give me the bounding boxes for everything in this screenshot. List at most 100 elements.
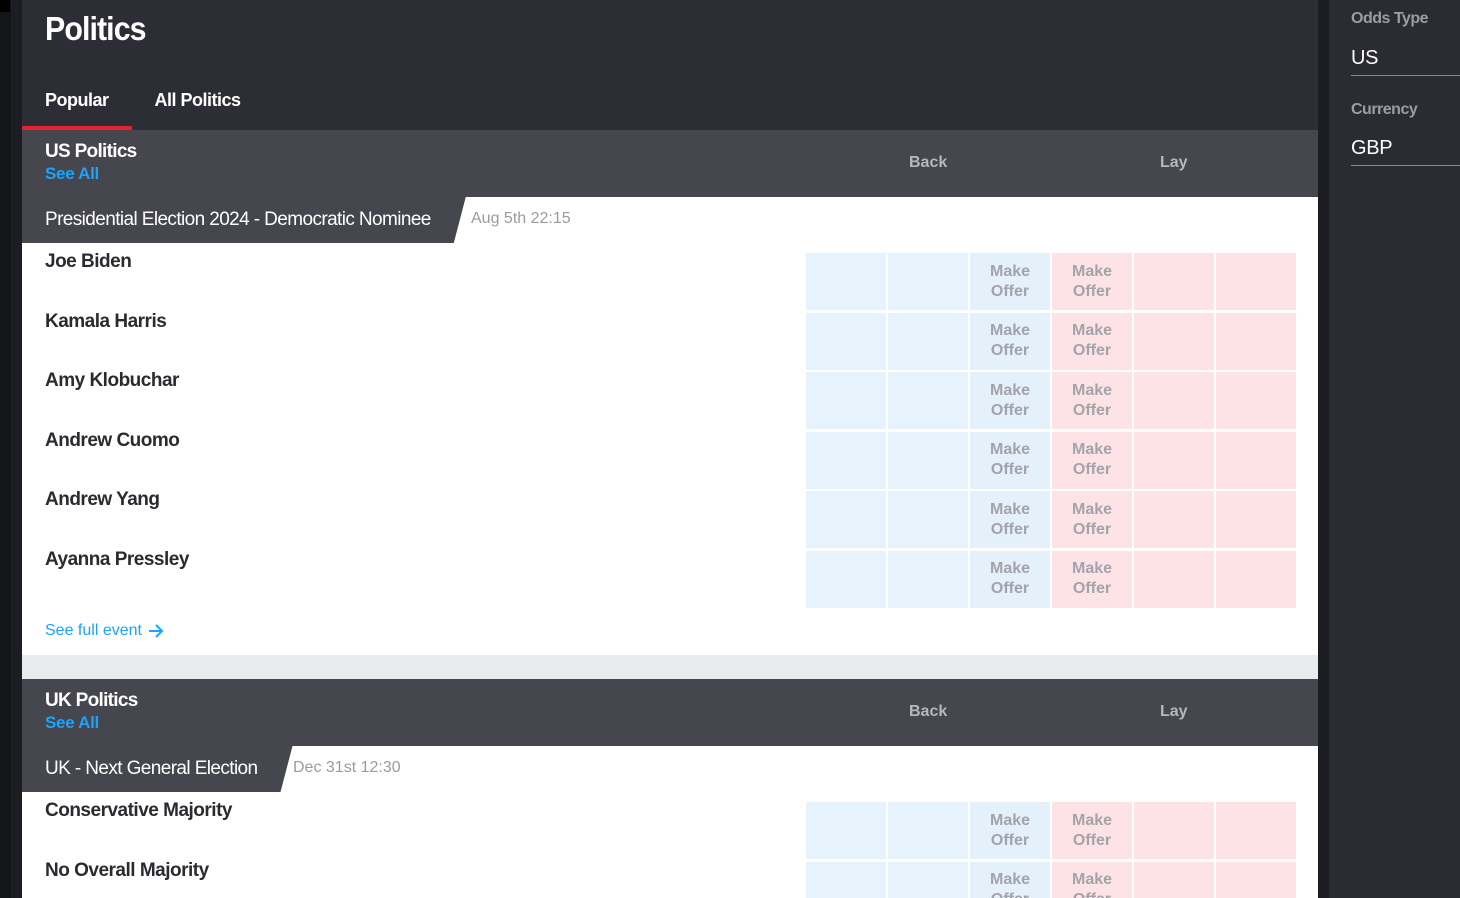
lay-price-cell-5[interactable]	[1134, 253, 1214, 310]
lay-price-cell-5[interactable]	[1134, 491, 1214, 549]
runner-name: Andrew Cuomo	[45, 429, 180, 451]
make-offer-line2: Offer	[990, 342, 1030, 360]
back-price-cell-3[interactable]: MakeOffer	[970, 802, 1050, 859]
back-price-cell-2[interactable]	[888, 312, 968, 370]
price-cells: Make Offer Make Offer	[806, 491, 1296, 549]
event-name[interactable]: Presidential Election 2024 - Democratic …	[22, 197, 466, 243]
make-offer-line2: Offer	[1072, 831, 1112, 849]
lay-price-cell-5[interactable]	[1134, 802, 1214, 859]
back-column-label: Back	[909, 703, 948, 720]
back-price-cell-2[interactable]	[888, 861, 968, 898]
make-offer-line2: Offer	[1072, 282, 1112, 300]
event-bar: UK - Next General Election Dec 31st 12:3…	[22, 746, 1318, 792]
price-cells: Make Offer Make Offer	[806, 372, 1296, 430]
back-price-cell-3[interactable]: Make Offer	[970, 372, 1050, 430]
runner-name: Ayanna Pressley	[45, 548, 189, 570]
make-offer-line1: Make	[1071, 811, 1113, 829]
back-price-cell-2[interactable]	[888, 372, 968, 430]
lay-price-cell-4[interactable]: MakeOffer	[1052, 550, 1132, 608]
back-price-cell-1[interactable]	[806, 431, 886, 489]
lay-column-label: Lay	[1160, 154, 1188, 171]
page-title: Politics	[45, 10, 147, 47]
runner-row: Kamala Harris Make Offer Make Offer	[22, 303, 1318, 370]
lay-price-cell-6[interactable]	[1216, 372, 1296, 430]
price-cells: Make Offer Make Offer	[806, 802, 1296, 859]
section-title: US Politics	[45, 141, 137, 162]
lay-price-cell-6[interactable]	[1216, 491, 1296, 549]
lay-price-cell-4[interactable]: MakeOffer	[1052, 491, 1132, 549]
lay-price-cell-6[interactable]	[1216, 312, 1296, 370]
tab-popular[interactable]: Popular	[22, 80, 132, 130]
lay-price-cell-4[interactable]: Make Offer	[1052, 431, 1132, 489]
currency-label: Currency	[1351, 101, 1418, 118]
back-price-cell-1[interactable]	[806, 312, 886, 370]
lay-price-cell-5[interactable]	[1134, 312, 1214, 370]
lay-price-cell-5[interactable]	[1134, 550, 1214, 608]
lay-price-cell-6[interactable]	[1216, 861, 1296, 898]
lay-price-cell-4[interactable]: MakeOffer	[1052, 372, 1132, 430]
see-full-event-link[interactable]: See full event	[45, 622, 164, 640]
make-offer-line2: Offer	[1072, 401, 1112, 419]
lay-price-cell-4[interactable]: MakeOffer	[1052, 253, 1132, 310]
back-price-cell-3[interactable]: MakeOffer	[970, 312, 1050, 370]
make-offer-line2: Offer	[990, 461, 1030, 479]
lay-price-cell-4[interactable]: Make Offer	[1052, 802, 1132, 859]
tab-all-politics[interactable]: All Politics	[132, 80, 264, 130]
back-price-cell-3[interactable]: MakeOffer	[970, 861, 1050, 898]
odds-type-select[interactable]: US	[1351, 47, 1378, 70]
runner-row: No Overall MajorityMakeOfferMakeOffer	[22, 852, 1318, 898]
currency-select[interactable]: GBP	[1351, 137, 1393, 160]
main-content: Politics Popular All Politics US Politic…	[22, 0, 1318, 898]
make-offer-line1: Make	[989, 871, 1031, 889]
make-offer-line2: Offer	[990, 401, 1030, 419]
price-cells: Make Offer Make Offer	[806, 253, 1296, 310]
back-price-cell-2[interactable]	[888, 431, 968, 489]
edge-tick	[0, 0, 10, 12]
back-price-cell-2[interactable]	[888, 550, 968, 608]
see-all-link[interactable]: See All	[45, 164, 99, 184]
back-price-cell-1[interactable]	[806, 861, 886, 898]
make-offer-line2: Offer	[991, 890, 1029, 898]
make-offer-line1: Make	[1071, 441, 1113, 459]
make-offer-line2: Offer	[1073, 890, 1111, 898]
section-header: UK Politics See All Back Lay	[22, 679, 1318, 746]
make-offer-line1: Make	[989, 381, 1031, 399]
see-full-event-label: See full event	[45, 622, 142, 639]
make-offer-line1: Make	[989, 262, 1031, 280]
back-price-cell-2[interactable]	[888, 802, 968, 859]
back-price-cell-3[interactable]: MakeOffer	[970, 550, 1050, 608]
price-cells: Make Offer Make Offer	[806, 431, 1296, 489]
lay-price-cell-6[interactable]	[1216, 253, 1296, 310]
back-price-cell-2[interactable]	[888, 253, 968, 310]
make-offer-line2: Offer	[1072, 461, 1112, 479]
runner-row: Amy Klobuchar Make Offer Make Offer	[22, 362, 1318, 430]
make-offer-line1: Make	[1071, 871, 1113, 889]
section-uk-politics: UK Politics See All Back Lay UK - Next G…	[22, 679, 1318, 898]
back-price-cell-3[interactable]: MakeOffer	[970, 253, 1050, 310]
back-price-cell-1[interactable]	[806, 491, 886, 549]
lay-price-cell-6[interactable]	[1216, 431, 1296, 489]
make-offer-line1: Make	[1071, 500, 1113, 518]
lay-price-cell-6[interactable]	[1216, 550, 1296, 608]
event-name[interactable]: UK - Next General Election	[22, 746, 293, 792]
back-price-cell-3[interactable]: Make Offer	[970, 431, 1050, 489]
lay-price-cell-5[interactable]	[1134, 861, 1214, 898]
back-price-cell-1[interactable]	[806, 372, 886, 430]
lay-price-cell-5[interactable]	[1134, 372, 1214, 430]
back-price-cell-1[interactable]	[806, 550, 886, 608]
lay-price-cell-6[interactable]	[1216, 802, 1296, 859]
see-all-link[interactable]: See All	[45, 713, 99, 733]
runner-row: Joe Biden Make Offer Make Offer	[22, 243, 1318, 310]
make-offer-line1: Make	[989, 560, 1031, 578]
back-price-cell-2[interactable]	[888, 491, 968, 549]
make-offer-line2: Offer	[990, 831, 1030, 849]
back-price-cell-3[interactable]: MakeOffer	[970, 491, 1050, 549]
back-price-cell-1[interactable]	[806, 253, 886, 310]
runner-list: Joe Biden Make Offer Make Offer Kamala Harris…	[22, 243, 1318, 608]
section-title: UK Politics	[45, 690, 138, 711]
make-offer-line1: Make	[989, 441, 1031, 459]
lay-price-cell-4[interactable]: MakeOffer	[1052, 861, 1132, 898]
lay-price-cell-4[interactable]: MakeOffer	[1052, 312, 1132, 370]
back-price-cell-1[interactable]	[806, 802, 886, 859]
lay-price-cell-5[interactable]	[1134, 431, 1214, 489]
